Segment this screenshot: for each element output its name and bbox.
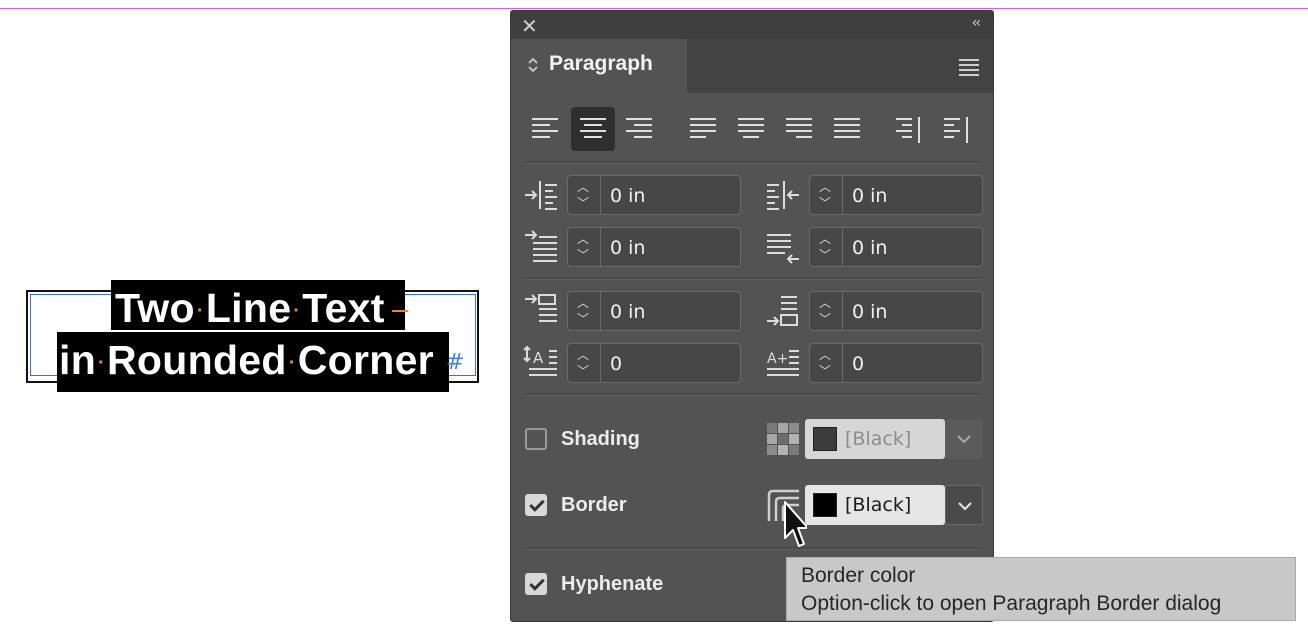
tab-toggle-icon[interactable] [527, 57, 539, 77]
last-line-indent-icon [765, 229, 803, 265]
divider [525, 547, 981, 550]
collapse-icon[interactable]: ‹‹ [972, 15, 981, 31]
border-color-dropdown[interactable] [945, 485, 983, 525]
drop-cap-characters-field[interactable]: ︿ ﹀ 0 [809, 343, 983, 383]
panel-tabbar: Paragraph [511, 39, 993, 93]
tooltip-title: Border color [801, 564, 916, 587]
right-indent-value: 0 in [852, 185, 888, 207]
align-center-button[interactable] [571, 107, 615, 151]
canvas-text-line-2[interactable]: in ·Rounded ·Corner [59, 336, 434, 387]
right-indent-icon [765, 177, 803, 213]
svg-text:A: A [533, 349, 544, 367]
shading-color-dropdown[interactable] [945, 419, 983, 459]
align-left-button[interactable] [523, 107, 567, 151]
end-of-story-marker: # [446, 350, 465, 375]
space-before-stepper[interactable]: ︿ ﹀ [568, 292, 601, 330]
left-indent-value: 0 in [610, 185, 646, 207]
space-after-icon [765, 293, 803, 329]
justify-right-button[interactable] [777, 107, 821, 151]
mouse-pointer-icon [783, 500, 809, 557]
align-away-from-spine-button[interactable] [935, 107, 979, 151]
space-after-value: 0 in [852, 301, 888, 323]
shading-color-swatch [813, 427, 837, 451]
left-indent-field[interactable]: ︿ ﹀ 0 in [567, 175, 741, 215]
space-after-stepper[interactable]: ︿ ﹀ [810, 292, 843, 330]
text-frame-port[interactable] [392, 310, 408, 312]
space-before-value: 0 in [610, 301, 646, 323]
word: Corner [297, 337, 434, 383]
border-color-value: [Black] [845, 494, 912, 516]
panel-menu-icon[interactable] [959, 59, 979, 79]
word: Rounded [107, 337, 287, 383]
align-away-from-spine-icon [944, 117, 968, 143]
align-left-icon [532, 118, 558, 138]
left-indent-stepper[interactable]: ︿ ﹀ [568, 176, 601, 214]
first-line-indent-value: 0 in [610, 237, 646, 259]
border-checkbox[interactable] [525, 494, 547, 516]
hyphenate-label: Hyphenate [561, 573, 664, 595]
divider [525, 277, 981, 280]
close-icon[interactable]: ✕ [521, 14, 538, 38]
drop-cap-lines-stepper[interactable]: ︿ ﹀ [568, 344, 601, 382]
first-line-indent-icon [523, 229, 561, 265]
right-indent-stepper[interactable]: ︿ ﹀ [810, 176, 843, 214]
shading-color-value: [Black] [845, 428, 912, 450]
space-before-icon [523, 293, 561, 329]
tooltip-hint: Option-click to open Paragraph Border di… [801, 592, 1222, 615]
drop-cap-characters-stepper[interactable]: ︿ ﹀ [810, 344, 843, 382]
drop-cap-lines-field[interactable]: ︿ ﹀ 0 [567, 343, 741, 383]
divider [525, 393, 981, 396]
tab-label: Paragraph [549, 52, 653, 75]
space-before-field[interactable]: ︿ ﹀ 0 in [567, 291, 741, 331]
border-label: Border [561, 494, 627, 516]
justify-left-button[interactable] [681, 107, 725, 151]
align-toward-spine-button[interactable] [887, 107, 931, 151]
word: Line [205, 285, 292, 331]
chevron-down-icon [957, 435, 971, 444]
justify-all-icon [834, 118, 860, 138]
align-right-button[interactable] [617, 107, 661, 151]
shading-swatch-grid-icon[interactable] [767, 423, 799, 455]
drop-cap-characters-icon: A+ [765, 345, 803, 381]
last-line-indent-stepper[interactable]: ︿ ﹀ [810, 228, 843, 266]
margin-guide [0, 8, 1308, 9]
border-color-field[interactable]: [Black] [805, 485, 945, 525]
word: in [59, 337, 97, 383]
justify-right-icon [786, 118, 812, 138]
border-color-swatch [813, 493, 837, 517]
canvas-text-line-1[interactable]: Two ·Line ·Text [115, 284, 385, 335]
last-line-indent-field[interactable]: ︿ ﹀ 0 in [809, 227, 983, 267]
shading-label: Shading [561, 428, 640, 450]
panel-titlebar[interactable]: ✕ ‹‹ [511, 11, 993, 39]
word: Text [302, 285, 385, 331]
space-after-field[interactable]: ︿ ﹀ 0 in [809, 291, 983, 331]
align-right-icon [626, 118, 652, 138]
justify-center-button[interactable] [729, 107, 773, 151]
tooltip: Border color Option-click to open Paragr… [786, 557, 1296, 621]
align-toward-spine-icon [896, 117, 920, 143]
tab-paragraph[interactable]: Paragraph [511, 39, 687, 93]
left-indent-icon [523, 177, 561, 213]
first-line-indent-field[interactable]: ︿ ﹀ 0 in [567, 227, 741, 267]
first-line-indent-stepper[interactable]: ︿ ﹀ [568, 228, 601, 266]
align-center-icon [580, 118, 606, 138]
justify-left-icon [690, 118, 716, 138]
paragraph-panel: ✕ ‹‹ Paragraph ︿ ﹀ 0 in ︿ ﹀ 0 in ︿ ﹀ 0 i… [510, 10, 994, 622]
justify-all-button[interactable] [825, 107, 869, 151]
last-line-indent-value: 0 in [852, 237, 888, 259]
chevron-down-icon [958, 502, 972, 511]
shading-checkbox[interactable] [525, 428, 547, 450]
right-indent-field[interactable]: ︿ ﹀ 0 in [809, 175, 983, 215]
shading-color-field[interactable]: [Black] [805, 419, 945, 459]
divider [525, 161, 981, 164]
justify-center-icon [738, 118, 764, 138]
drop-cap-lines-icon: A [523, 345, 561, 381]
svg-text:A+: A+ [767, 351, 788, 367]
drop-cap-lines-value: 0 [610, 353, 623, 375]
drop-cap-characters-value: 0 [852, 353, 865, 375]
word: Two [115, 285, 195, 331]
hyphenate-checkbox[interactable] [525, 573, 547, 595]
